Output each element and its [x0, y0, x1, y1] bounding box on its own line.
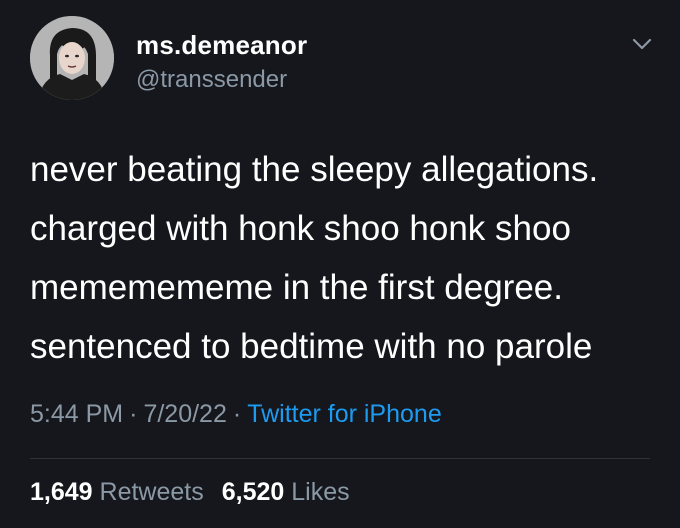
retweets-stat[interactable]: 1,649 Retweets	[30, 478, 204, 506]
likes-label: Likes	[291, 478, 350, 506]
avatar[interactable]	[30, 16, 114, 100]
tweet-stats: 1,649 Retweets 6,520 Likes	[30, 478, 350, 507]
tweet-text-line: charged with honk shoo honk shoo	[30, 209, 571, 248]
tweet-date[interactable]: 7/20/22	[143, 400, 226, 428]
tweet-time[interactable]: 5:44 PM	[30, 400, 123, 428]
meta-separator: ·	[129, 400, 138, 428]
likes-stat[interactable]: 6,520 Likes	[222, 478, 350, 506]
tweet-text-line: sentenced to bedtime with no parole	[30, 327, 593, 366]
meta-separator: ·	[232, 400, 242, 428]
tweet-meta: 5:44 PM · 7/20/22 · Twitter for iPhone	[30, 400, 442, 429]
tweet-source-link[interactable]: Twitter for iPhone	[247, 400, 442, 428]
divider	[30, 458, 650, 459]
tweet-text-line: mememememe in the first degree.	[30, 268, 563, 307]
tweet-menu-button[interactable]	[628, 30, 656, 58]
author-display-name[interactable]: ms.demeanor	[136, 30, 307, 61]
chevron-down-icon	[632, 38, 652, 50]
author-handle[interactable]: @transsender	[136, 66, 287, 94]
likes-count: 6,520	[221, 478, 285, 506]
tweet-body: never beating the sleepy allegations. ch…	[30, 140, 660, 376]
retweets-label: Retweets	[99, 478, 204, 506]
tweet-text-line: never beating the sleepy allegations.	[30, 150, 599, 189]
tweet-card: ms.demeanor @transsender never beating t…	[0, 0, 680, 528]
user-avatar-icon	[30, 16, 114, 100]
retweets-count: 1,649	[30, 478, 93, 506]
